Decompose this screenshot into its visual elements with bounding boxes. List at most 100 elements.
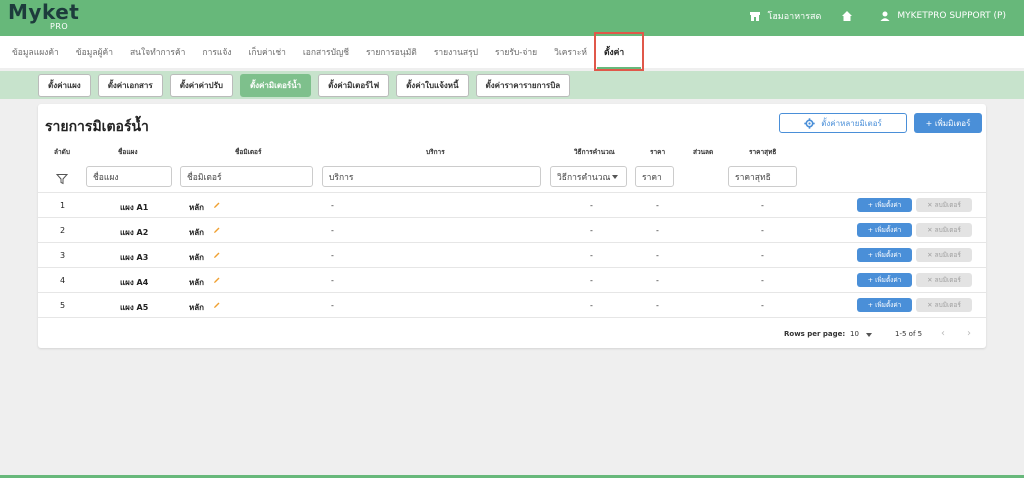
add-setting-button[interactable]: + เพิ่มตั้งค่า xyxy=(857,298,912,312)
subnav-item-2[interactable]: ตั้งค่าค่าปรับ xyxy=(169,73,233,97)
row-no: 3 xyxy=(60,251,66,260)
logo-sub: PRO xyxy=(50,22,69,31)
header-no: ลำดับ xyxy=(54,148,70,156)
sub-nav: ตั้งค่าแผง ตั้งค่าเอกสาร ตั้งค่าค่าปรับ ตั้… xyxy=(0,71,1024,99)
chevron-down-icon xyxy=(612,175,618,179)
active-tab-underline xyxy=(597,67,641,69)
home-icon[interactable] xyxy=(841,10,853,22)
multi-meter-settings-button[interactable]: ตั้งค่าหลายมิเตอร์ xyxy=(779,113,907,133)
row-panel-name: แผง A2 xyxy=(120,228,149,237)
subnav-item-0[interactable]: ตั้งค่าแผง xyxy=(38,73,91,97)
edit-pencil-icon[interactable] xyxy=(213,251,221,259)
top-right-controls: โฮมอาหารสด MYKETPRO SUPPORT (P) xyxy=(749,9,1006,23)
pagination: Rows per page: 10 1-5 of 5 ‹ › xyxy=(38,317,986,348)
row-price: - xyxy=(656,201,659,210)
page-title: รายการมิเตอร์น้ำ xyxy=(45,119,149,135)
nav-item-1[interactable]: ข้อมูลผู้ค้า xyxy=(76,45,113,59)
table-row: 3 แผง A3 หลัก - - - - + เพิ่มตั้งค่า ✕ ลบมิเตอร์ xyxy=(38,242,986,268)
nav-item-3[interactable]: การแจ้ง xyxy=(202,45,231,59)
prev-page-icon[interactable]: ‹ xyxy=(941,328,945,339)
service-filter-input[interactable]: บริการ xyxy=(322,166,541,187)
nav-item-6[interactable]: รายการอนุมัติ xyxy=(366,45,417,59)
top-bar: Myket PRO โฮมอาหารสด MYKETPRO SUPPORT (P… xyxy=(0,0,1024,36)
row-meter-name: หลัก xyxy=(189,278,205,287)
row-price: - xyxy=(656,301,659,310)
header-calc: วิธีการคำนวณ xyxy=(574,148,615,156)
row-service: - xyxy=(331,251,334,260)
delete-meter-button[interactable]: ✕ ลบมิเตอร์ xyxy=(916,273,972,287)
row-meter-name: หลัก xyxy=(189,228,205,237)
store-icon xyxy=(749,10,761,22)
row-panel-name: แผง A5 xyxy=(120,303,149,312)
subnav-item-3[interactable]: ตั้งค่ามิเตอร์น้ำ xyxy=(239,73,312,97)
chevron-down-icon[interactable] xyxy=(866,333,872,337)
row-calc: - xyxy=(590,226,593,235)
edit-pencil-icon[interactable] xyxy=(213,301,221,309)
row-panel-name: แผง A4 xyxy=(120,278,149,287)
multi-meter-settings-label: ตั้งค่าหลายมิเตอร์ xyxy=(821,118,882,128)
row-panel-name: แผง A1 xyxy=(120,203,149,212)
subnav-item-5[interactable]: ตั้งค่าใบแจ้งหนี้ xyxy=(396,73,469,97)
nav-item-7[interactable]: รายงานสรุป xyxy=(434,45,478,59)
filter-icon[interactable] xyxy=(55,170,69,185)
panel-filter-input[interactable]: ชื่อแผง xyxy=(86,166,172,187)
row-service: - xyxy=(331,301,334,310)
gear-icon xyxy=(804,117,815,129)
next-page-icon[interactable]: › xyxy=(967,328,971,339)
row-net: - xyxy=(761,226,764,235)
row-panel-name: แผง A3 xyxy=(120,253,149,262)
subnav-item-1[interactable]: ตั้งค่าเอกสาร xyxy=(97,73,163,97)
calc-filter-label: วิธีการคำนวณ xyxy=(557,172,611,183)
nav-item-4[interactable]: เก็บค่าเช่า xyxy=(249,45,286,59)
delete-meter-button[interactable]: ✕ ลบมิเตอร์ xyxy=(916,248,972,262)
row-price: - xyxy=(656,226,659,235)
row-no: 4 xyxy=(60,276,66,285)
row-net: - xyxy=(761,276,764,285)
nav-item-9[interactable]: วิเคราะห์ xyxy=(554,45,587,59)
nav-item-8[interactable]: รายรับ-จ่าย xyxy=(495,45,537,59)
meter-filter-input[interactable]: ชื่อมิเตอร์ xyxy=(180,166,313,187)
header-meter: ชื่อมิเตอร์ xyxy=(235,148,262,156)
net-price-filter-input[interactable]: ราคาสุทธิ xyxy=(728,166,797,187)
delete-meter-button[interactable]: ✕ ลบมิเตอร์ xyxy=(916,198,972,212)
row-meter-name: หลัก xyxy=(189,303,205,312)
header-price: ราคา xyxy=(650,148,666,156)
add-meter-button[interactable]: + เพิ่มมิเตอร์ xyxy=(914,113,982,133)
header-service: บริการ xyxy=(426,148,445,156)
edit-pencil-icon[interactable] xyxy=(213,226,221,234)
row-no: 5 xyxy=(60,301,66,310)
table-row: 2 แผง A2 หลัก - - - - + เพิ่มตั้งค่า ✕ ลบมิเตอร์ xyxy=(38,217,986,243)
row-service: - xyxy=(331,276,334,285)
row-price: - xyxy=(656,251,659,260)
edit-pencil-icon[interactable] xyxy=(213,201,221,209)
delete-meter-button[interactable]: ✕ ลบมิเตอร์ xyxy=(916,223,972,237)
store-name[interactable]: โฮมอาหารสด xyxy=(767,9,821,23)
add-setting-button[interactable]: + เพิ่มตั้งค่า xyxy=(857,273,912,287)
nav-item-2[interactable]: สนใจทำการค้า xyxy=(130,45,185,59)
rows-per-page-select[interactable]: 10 xyxy=(850,330,859,338)
subnav-item-4[interactable]: ตั้งค่ามิเตอร์ไฟ xyxy=(318,73,390,97)
price-filter-input[interactable]: ราคา xyxy=(635,166,674,187)
edit-pencil-icon[interactable] xyxy=(213,276,221,284)
row-service: - xyxy=(331,201,334,210)
calc-filter-select[interactable]: วิธีการคำนวณ xyxy=(550,166,627,187)
page-range: 1-5 of 5 xyxy=(895,330,923,338)
row-net: - xyxy=(761,201,764,210)
table-row: 5 แผง A5 หลัก - - - - + เพิ่มตั้งค่า ✕ ลบมิเตอร์ xyxy=(38,292,986,318)
nav-item-0[interactable]: ข้อมูลแผงค้า xyxy=(12,45,59,59)
logo[interactable]: Myket PRO xyxy=(8,2,79,31)
row-meter-name: หลัก xyxy=(189,203,205,212)
row-net: - xyxy=(761,251,764,260)
nav-item-5[interactable]: เอกสารบัญชี xyxy=(303,45,349,59)
add-setting-button[interactable]: + เพิ่มตั้งค่า xyxy=(857,248,912,262)
header-panel: ชื่อแผง xyxy=(118,148,138,156)
row-meter-name: หลัก xyxy=(189,253,205,262)
row-no: 2 xyxy=(60,226,66,235)
add-setting-button[interactable]: + เพิ่มตั้งค่า xyxy=(857,198,912,212)
active-tab-highlight xyxy=(594,32,644,71)
row-calc: - xyxy=(590,276,593,285)
user-name[interactable]: MYKETPRO SUPPORT (P) xyxy=(897,11,1006,21)
subnav-item-6[interactable]: ตั้งค่าราคารายการบิล xyxy=(475,73,571,97)
add-setting-button[interactable]: + เพิ่มตั้งค่า xyxy=(857,223,912,237)
delete-meter-button[interactable]: ✕ ลบมิเตอร์ xyxy=(916,298,972,312)
